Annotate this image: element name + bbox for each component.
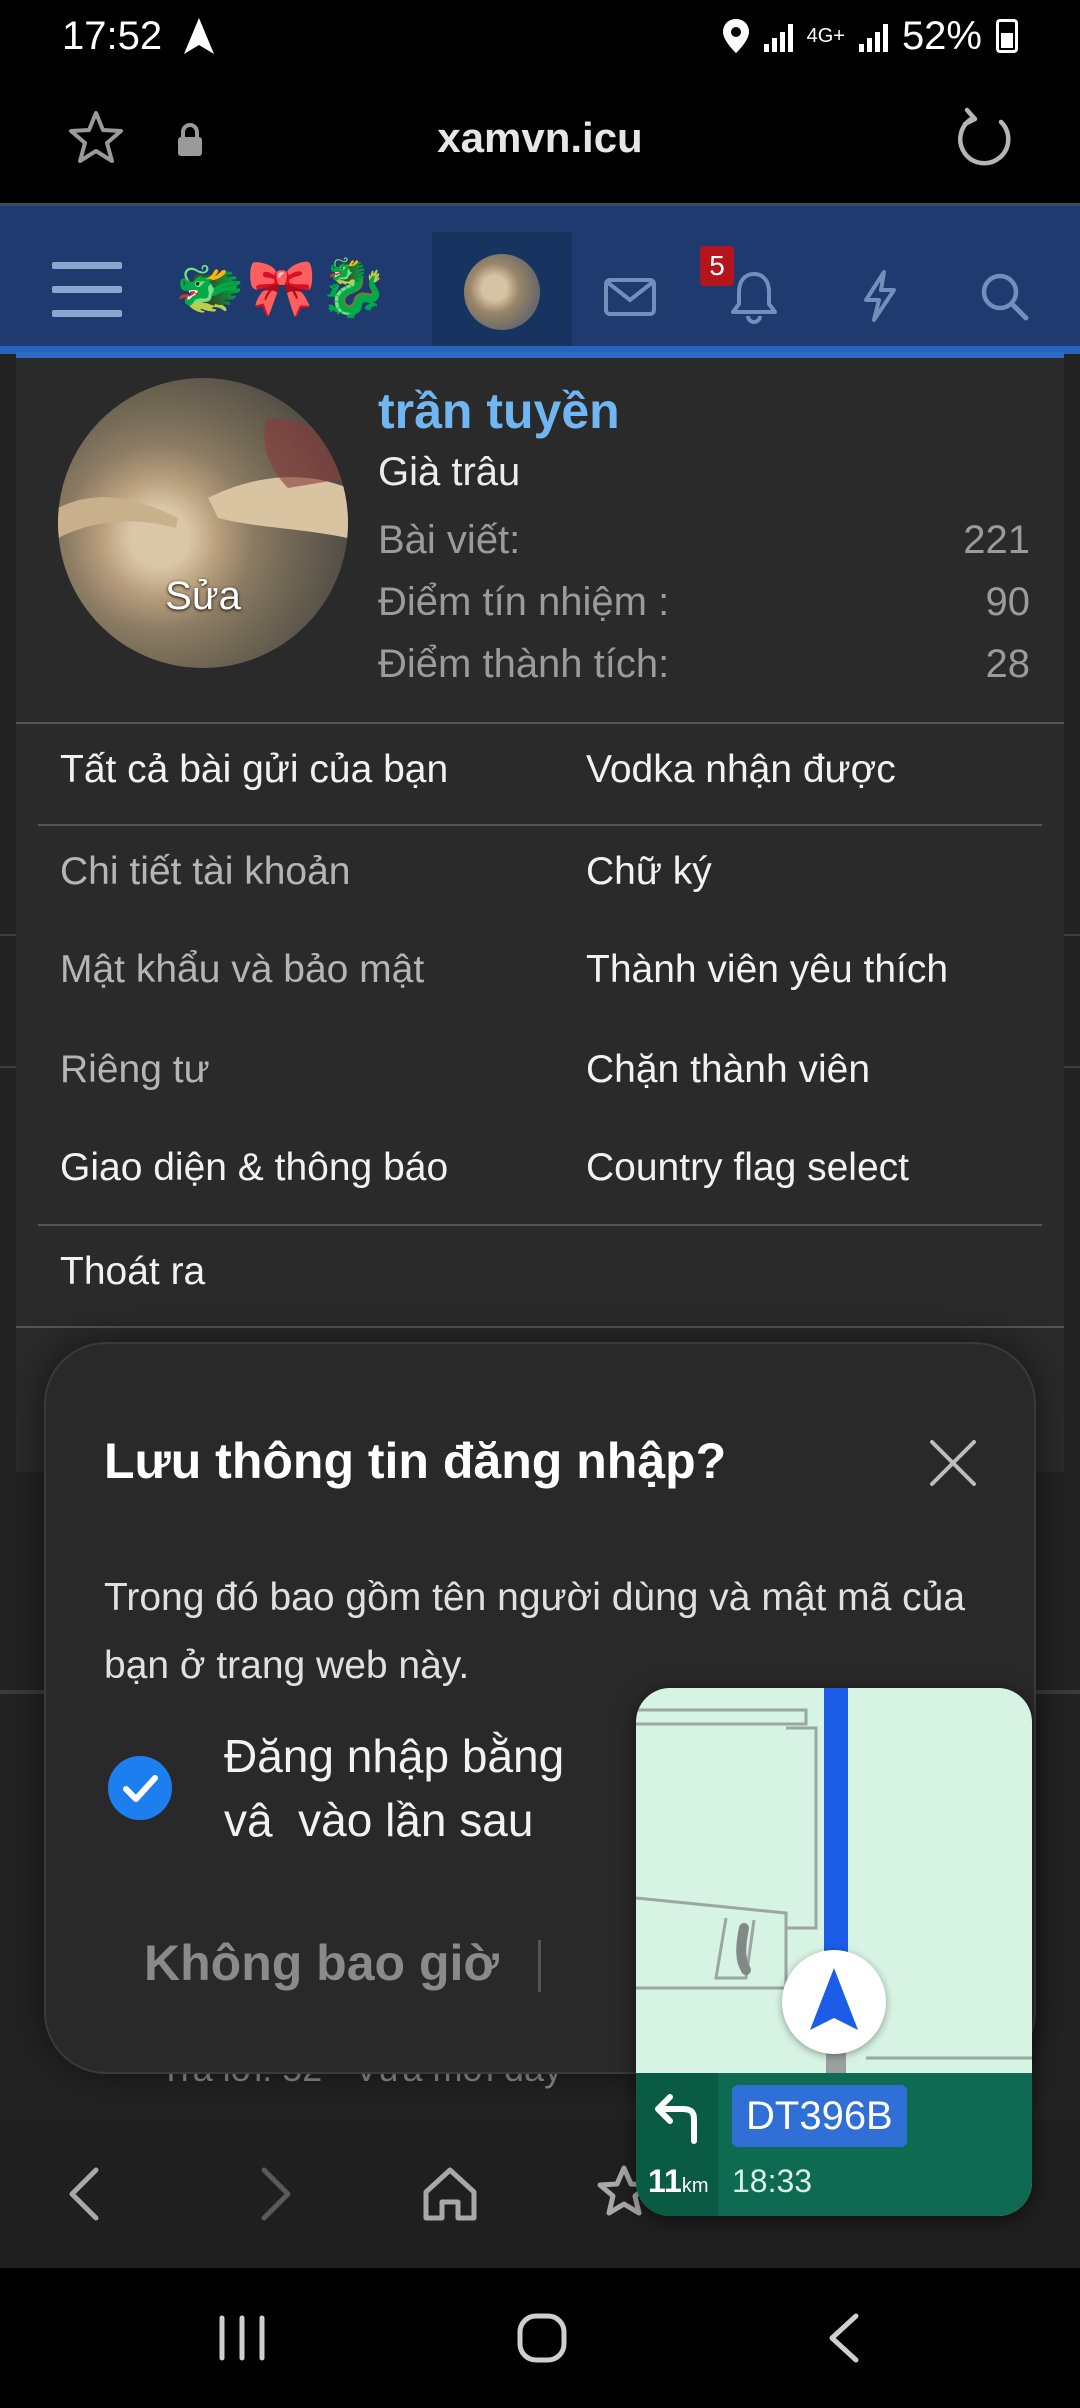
menu-privacy[interactable]: Riêng tư bbox=[60, 1048, 210, 1092]
close-icon[interactable] bbox=[926, 1436, 980, 1490]
profile-avatar[interactable]: Sửa bbox=[58, 378, 348, 668]
forward-icon[interactable] bbox=[240, 2162, 304, 2226]
auto-signin-checkbox[interactable] bbox=[108, 1756, 172, 1820]
navigation-arrow-icon bbox=[184, 18, 215, 54]
status-time: 17:52 bbox=[62, 13, 163, 58]
lightning-icon[interactable] bbox=[852, 268, 908, 324]
distance-value: 11 bbox=[648, 2163, 682, 2199]
distance-unit: km bbox=[681, 2175, 709, 2197]
home-icon[interactable] bbox=[418, 2162, 482, 2226]
menu-password-security[interactable]: Mật khẩu và bảo mật bbox=[60, 948, 424, 992]
divider bbox=[16, 722, 1064, 724]
stat-label: Điểm thành tích: bbox=[378, 642, 670, 686]
signal-icon bbox=[763, 20, 793, 52]
alerts-badge: 5 bbox=[700, 246, 734, 286]
dialog-title: Lưu thông tin đăng nhập? bbox=[104, 1433, 727, 1489]
turn-left-icon bbox=[655, 2094, 697, 2144]
arrival-time: 18:33 bbox=[732, 2163, 813, 2199]
stat-value: 221 bbox=[963, 518, 1030, 562]
system-back-icon[interactable] bbox=[822, 2308, 866, 2368]
menu-favorite-members[interactable]: Thành viên yêu thích bbox=[586, 948, 948, 992]
stat-value: 28 bbox=[985, 642, 1031, 686]
menu-country-flag[interactable]: Country flag select bbox=[586, 1146, 909, 1190]
status-bar: 17:52 4G+ 52% bbox=[0, 0, 1080, 72]
url-domain[interactable]: xamvn.icu bbox=[0, 114, 1080, 162]
dialog-description: Trong đó bao gồm tên người dùng và mật m… bbox=[104, 1576, 966, 1687]
menu-block-members[interactable]: Chặn thành viên bbox=[586, 1048, 870, 1092]
network-type: 4G+ bbox=[806, 25, 845, 47]
location-icon bbox=[722, 19, 749, 53]
profile-user-title: Già trâu bbox=[378, 450, 521, 494]
avatar-artwork bbox=[58, 418, 348, 538]
button-divider bbox=[538, 1940, 541, 1992]
check-icon bbox=[123, 1775, 158, 1802]
stat-achievements: Điểm thành tích: 28 bbox=[378, 642, 1030, 687]
turn-distance: 11km bbox=[648, 2163, 709, 2200]
recent-apps-icon[interactable] bbox=[216, 2310, 268, 2366]
account-menu: Sửa trần tuyền Già trâu Bài viết: 221 Điể… bbox=[16, 352, 1064, 1472]
stat-posts: Bài viết: 221 bbox=[378, 518, 1030, 563]
stat-label: Điểm tín nhiệm : bbox=[378, 580, 670, 624]
battery-percent: 52% bbox=[901, 13, 982, 58]
menu-signature[interactable]: Chữ ký bbox=[586, 850, 712, 894]
site-logo[interactable]: 🐲🎀🐉 bbox=[175, 258, 390, 318]
back-icon[interactable] bbox=[56, 2162, 120, 2226]
menu-appearance-notifications[interactable]: Giao diện & thông báo bbox=[60, 1146, 448, 1190]
home-button-icon[interactable] bbox=[514, 2308, 570, 2368]
system-navigation-bar bbox=[0, 2268, 1080, 2408]
avatar[interactable] bbox=[464, 254, 540, 330]
divider bbox=[38, 824, 1042, 826]
divider bbox=[16, 1326, 1064, 1328]
menu-vodka-received[interactable]: Vodka nhận được bbox=[586, 748, 896, 792]
profile-username[interactable]: trần tuyền bbox=[378, 382, 620, 440]
url-bar: xamvn.icu bbox=[0, 72, 1080, 206]
reload-icon[interactable] bbox=[955, 106, 1015, 170]
battery-icon bbox=[996, 19, 1018, 53]
road-name: DT396B bbox=[732, 2085, 907, 2147]
never-button[interactable]: Không bao giờ bbox=[144, 1934, 499, 1992]
screen: 17:52 4G+ 52% xamvn.icu Trả lời: 52 · Vừ… bbox=[0, 0, 1080, 2408]
divider bbox=[38, 1224, 1042, 1226]
auto-signin-text: Đăng nhập bằng vâ vào lần sau bbox=[224, 1730, 565, 1846]
direction-arrow-icon bbox=[810, 1968, 858, 2030]
stat-reputation: Điểm tín nhiệm : 90 bbox=[378, 580, 1030, 625]
search-icon[interactable] bbox=[976, 268, 1032, 324]
edit-avatar-label[interactable]: Sửa bbox=[58, 574, 348, 619]
menu-all-posts[interactable]: Tất cả bài gửi của bạn bbox=[60, 748, 448, 792]
bell-icon[interactable] bbox=[726, 268, 782, 324]
navigation-map-overlay[interactable]: 11km DT396B 18:33 bbox=[636, 1688, 1032, 2216]
hamburger-menu-icon[interactable] bbox=[52, 262, 122, 322]
auto-signin-label: Đăng nhập bằng vâ vào lần sau bbox=[224, 1724, 624, 1852]
stat-value: 90 bbox=[985, 580, 1031, 624]
signal-icon-2 bbox=[858, 20, 888, 52]
navigation-info: 11km DT396B 18:33 bbox=[636, 2073, 1032, 2216]
menu-account-details[interactable]: Chi tiết tài khoản bbox=[60, 850, 351, 894]
forum-header: 🐲🎀🐉 5 bbox=[0, 206, 1080, 354]
stat-label: Bài viết: bbox=[378, 518, 521, 562]
inbox-icon[interactable] bbox=[602, 268, 658, 324]
menu-logout[interactable]: Thoát ra bbox=[60, 1250, 205, 1294]
current-location-marker bbox=[782, 1950, 886, 2054]
